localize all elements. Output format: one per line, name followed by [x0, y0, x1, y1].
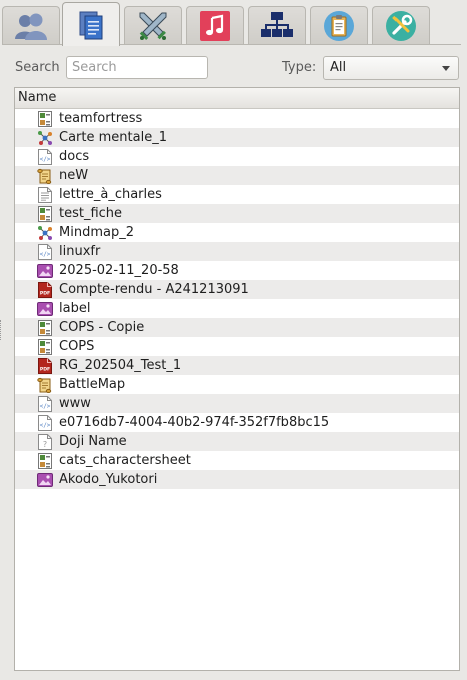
splitter-handle[interactable]: [0, 320, 4, 340]
web-file-icon: </>: [37, 395, 53, 412]
list-item[interactable]: PDF RG_202504_Test_1: [15, 356, 459, 375]
list-item-label: test_fiche: [59, 206, 123, 221]
list-item-label: RG_202504_Test_1: [59, 358, 182, 373]
search-input[interactable]: [66, 56, 208, 79]
list-item[interactable]: COPS - Copie: [15, 318, 459, 337]
list-item-label: cats_charactersheet: [59, 453, 191, 468]
list-item[interactable]: test_fiche: [15, 204, 459, 223]
list-item-label: Akodo_Yukotori: [59, 472, 158, 487]
list-item[interactable]: cats_charactersheet: [15, 451, 459, 470]
list-item[interactable]: </> e0716db7-4004-40b2-974f-352f7fb8bc15: [15, 413, 459, 432]
documents-icon: [76, 9, 106, 41]
scroll-icon: [37, 377, 53, 393]
svg-text:PDF: PDF: [40, 290, 50, 296]
character-sheet-icon: [37, 452, 53, 469]
column-header-name[interactable]: Name: [15, 88, 459, 109]
list-item[interactable]: teamfortress: [15, 109, 459, 128]
list-item-label: Doji Name: [59, 434, 127, 449]
file-list[interactable]: Name teamfortress Carte mentale_1 </> docs n…: [14, 87, 460, 671]
svg-text:?: ?: [43, 440, 47, 449]
image-file-icon: [37, 472, 53, 488]
web-file-icon: </>: [37, 243, 53, 260]
mindmap-icon: [37, 130, 53, 146]
list-item[interactable]: </> www: [15, 394, 459, 413]
list-item-label: www: [59, 396, 91, 411]
music-icon: [199, 10, 231, 42]
scroll-icon: [37, 168, 53, 184]
pdf-file-icon: PDF: [37, 281, 53, 298]
web-file-icon: </>: [37, 148, 53, 165]
list-item[interactable]: Mindmap_2: [15, 223, 459, 242]
text-file-icon: [37, 186, 53, 203]
pdf-file-icon: PDF: [37, 357, 53, 374]
list-item[interactable]: 2025-02-11_20-58: [15, 261, 459, 280]
svg-text:PDF: PDF: [40, 366, 50, 372]
list-item-label: Mindmap_2: [59, 225, 134, 240]
svg-text:</>: </>: [40, 422, 51, 429]
tab-music[interactable]: [186, 6, 244, 44]
clipboard-icon: [323, 10, 355, 42]
list-item[interactable]: lettre_à_charles: [15, 185, 459, 204]
tab-combat[interactable]: [124, 6, 182, 44]
list-item-label: docs: [59, 149, 90, 164]
list-item[interactable]: </> linuxfr: [15, 242, 459, 261]
list-item-label: 2025-02-11_20-58: [59, 263, 179, 278]
unknown-file-icon: ?: [37, 433, 53, 450]
chevron-down-icon: [442, 66, 450, 71]
users-icon: [14, 11, 48, 41]
tab-network[interactable]: [248, 6, 306, 44]
list-item[interactable]: COPS: [15, 337, 459, 356]
list-item-label: COPS - Copie: [59, 320, 145, 335]
network-icon: [261, 11, 293, 41]
type-select[interactable]: All: [323, 56, 459, 80]
image-file-icon: [37, 263, 53, 279]
list-item[interactable]: neW: [15, 166, 459, 185]
list-item[interactable]: Carte mentale_1: [15, 128, 459, 147]
list-item[interactable]: PDF Compte-rendu - A241213091: [15, 280, 459, 299]
tab-bar: [2, 2, 462, 46]
mindmap-icon: [37, 225, 53, 241]
column-header-label: Name: [18, 90, 57, 105]
list-item-label: linuxfr: [59, 244, 101, 259]
svg-text:</>: </>: [40, 403, 51, 410]
type-label: Type:: [282, 60, 317, 75]
file-list-rows: teamfortress Carte mentale_1 </> docs neW let…: [15, 109, 459, 489]
tab-notes[interactable]: [310, 6, 368, 44]
type-select-value: All: [330, 60, 347, 75]
character-sheet-icon: [37, 110, 53, 127]
tab-documents[interactable]: [62, 2, 120, 46]
list-item-label: label: [59, 301, 91, 316]
list-item[interactable]: ? Doji Name: [15, 432, 459, 451]
web-file-icon: </>: [37, 414, 53, 431]
character-sheet-icon: [37, 205, 53, 222]
list-item-label: lettre_à_charles: [59, 187, 162, 202]
svg-text:</>: </>: [40, 156, 51, 163]
list-item[interactable]: Akodo_Yukotori: [15, 470, 459, 489]
list-item-label: neW: [59, 168, 89, 183]
tools-icon: [385, 10, 417, 42]
image-file-icon: [37, 301, 53, 317]
crossed-swords-icon: [137, 10, 169, 42]
list-item-label: teamfortress: [59, 111, 143, 126]
tab-players[interactable]: [2, 6, 60, 44]
list-item-label: Compte-rendu - A241213091: [59, 282, 249, 297]
list-item-label: Carte mentale_1: [59, 130, 167, 145]
search-label: Search: [15, 60, 60, 75]
list-item[interactable]: </> docs: [15, 147, 459, 166]
character-sheet-icon: [37, 338, 53, 355]
list-item-label: e0716db7-4004-40b2-974f-352f7fb8bc15: [59, 415, 330, 430]
list-item[interactable]: BattleMap: [15, 375, 459, 394]
tab-settings[interactable]: [372, 6, 430, 44]
list-item-label: BattleMap: [59, 377, 126, 392]
svg-text:</>: </>: [40, 251, 51, 258]
list-item-label: COPS: [59, 339, 95, 354]
character-sheet-icon: [37, 319, 53, 336]
list-item[interactable]: label: [15, 299, 459, 318]
